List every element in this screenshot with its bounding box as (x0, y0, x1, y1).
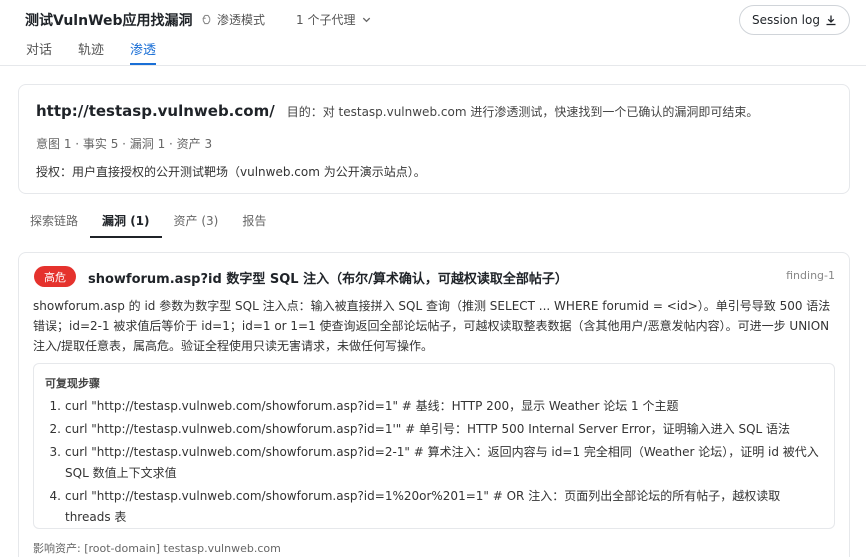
repro-steps-box: 可复现步骤 1. curl "http://testasp.vulnweb.co… (33, 363, 835, 529)
goal-text: 目的：对 testasp.vulnweb.com 进行渗透测试，快速找到一个已确… (286, 105, 759, 119)
repro-steps-title: 可复现步骤 (45, 377, 100, 390)
tab-trajectory[interactable]: 轨迹 (78, 39, 104, 65)
repro-step: 4. curl "http://testasp.vulnweb.com/show… (45, 486, 825, 528)
top-bar: 测试VulnWeb应用找漏洞 渗透模式 1 个子代理 Session log 对… (0, 0, 866, 66)
subtab-exploration-chain[interactable]: 探索链路 (18, 212, 90, 238)
step-number: 3. (49, 445, 61, 459)
target-row: http://testasp.vulnweb.com/ 目的：对 testasp… (36, 102, 758, 120)
severity-badge: 高危 (34, 266, 76, 287)
repro-step: 2. curl "http://testasp.vulnweb.com/show… (45, 419, 825, 440)
mode-indicator: 渗透模式 (200, 11, 265, 28)
sub-tabs: 探索链路 漏洞 (1) 资产 (3) 报告 (18, 212, 278, 238)
subtab-assets[interactable]: 资产 (3) (162, 212, 231, 238)
step-text: curl "http://testasp.vulnweb.com/showfor… (65, 399, 679, 413)
finding-title: showforum.asp?id 数字型 SQL 注入（布尔/算术确认，可越权读… (88, 272, 568, 287)
repro-steps-list: 1. curl "http://testasp.vulnweb.com/show… (45, 396, 825, 530)
main-tabs: 对话 轨迹 渗透 (26, 39, 182, 65)
tab-chat[interactable]: 对话 (26, 39, 52, 65)
step-number: 1. (49, 399, 61, 413)
recycle-icon (202, 14, 211, 25)
authorization-text: 授权：用户直接授权的公开测试靶场（vulnweb.com 为公开演示站点）。 (36, 165, 426, 179)
subagents-label: 1 个子代理 (296, 13, 356, 27)
session-log-button[interactable]: Session log (739, 5, 850, 35)
page-title: 测试VulnWeb应用找漏洞 (25, 13, 193, 29)
affected-assets: 影响资产: [root-domain] testasp.vulnweb.com (33, 542, 281, 555)
step-text: curl "http://testasp.vulnweb.com/showfor… (65, 489, 781, 524)
repro-step: 3. curl "http://testasp.vulnweb.com/show… (45, 442, 825, 484)
repro-step: 1. curl "http://testasp.vulnweb.com/show… (45, 396, 825, 417)
download-icon (826, 15, 836, 26)
subtab-vulnerabilities[interactable]: 漏洞 (1) (90, 212, 162, 238)
step-number: 2. (49, 422, 61, 436)
step-text: curl "http://testasp.vulnweb.com/showfor… (65, 422, 791, 436)
step-text: curl "http://testasp.vulnweb.com/showfor… (65, 445, 819, 480)
finding-card: 高危 showforum.asp?id 数字型 SQL 注入（布尔/算术确认，可… (18, 252, 850, 557)
target-summary-card: http://testasp.vulnweb.com/ 目的：对 testasp… (18, 84, 850, 194)
subtab-report[interactable]: 报告 (230, 212, 278, 238)
target-url: http://testasp.vulnweb.com/ (36, 102, 275, 120)
chevron-down-icon (363, 17, 371, 23)
session-log-label: Session log (752, 13, 820, 27)
subagents-dropdown[interactable]: 1 个子代理 (296, 11, 372, 28)
mode-label: 渗透模式 (217, 13, 266, 27)
tab-pentest[interactable]: 渗透 (130, 39, 157, 65)
step-number: 4. (49, 489, 61, 503)
finding-description: showforum.asp 的 id 参数为数字型 SQL 注入点：输入被直接拼… (33, 299, 831, 353)
finding-id: finding-1 (786, 269, 835, 282)
summary-stats: 意图 1 · 事实 5 · 漏洞 1 · 资产 3 (36, 137, 213, 151)
